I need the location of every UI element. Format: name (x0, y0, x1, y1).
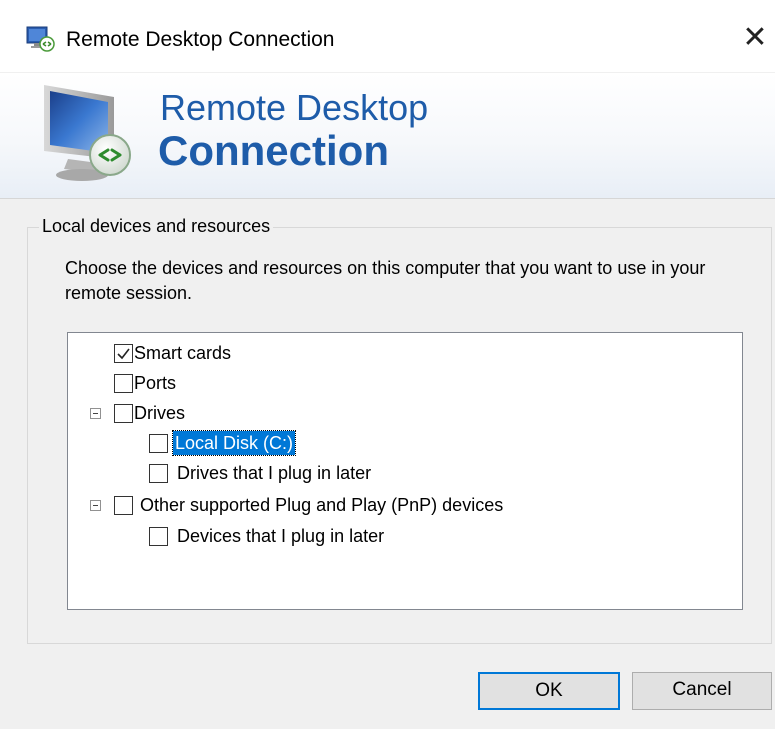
devices-later-checkbox[interactable] (149, 527, 168, 546)
group-description: Choose the devices and resources on this… (65, 258, 706, 303)
remote-desktop-icon (26, 25, 56, 53)
drives-later-checkbox[interactable] (149, 464, 168, 483)
header-banner: Remote Desktop Connection (0, 73, 775, 199)
banner-title-line1: Remote Desktop (160, 87, 429, 128)
pnp-devices-checkbox[interactable] (114, 496, 133, 515)
tree-item-label-selected: Local Disk (C:) (171, 430, 297, 456)
groupbox-title: Local devices and resources (39, 215, 274, 237)
window-title: Remote Desktop Connection (66, 28, 335, 51)
devices-tree[interactable]: Smart cards Ports Drives Local Disk (C:)… (67, 332, 743, 610)
monitor-remote-icon (40, 81, 144, 185)
title-bar: Remote Desktop Connection ✕ (0, 0, 775, 72)
tree-item-label: Drives that I plug in later (177, 463, 372, 483)
close-button[interactable]: ✕ (735, 18, 775, 58)
drives-checkbox[interactable] (114, 404, 133, 423)
tree-item-label: Smart cards (134, 343, 232, 363)
banner-title-line2: Connection (158, 127, 389, 174)
ports-checkbox[interactable] (114, 374, 133, 393)
cancel-button[interactable]: Cancel (632, 672, 772, 710)
tree-item-label: Ports (134, 373, 177, 393)
local-disk-checkbox[interactable] (149, 434, 168, 453)
smart-cards-checkbox[interactable] (114, 344, 133, 363)
ok-button[interactable]: OK (478, 672, 620, 710)
collapse-icon[interactable] (90, 500, 101, 511)
tree-item-label: Drives (134, 403, 186, 423)
checkmark-icon (117, 348, 130, 360)
tree-item-label: Other supported Plug and Play (PnP) devi… (140, 495, 504, 515)
collapse-icon[interactable] (90, 408, 101, 419)
tree-item-label: Devices that I plug in later (177, 526, 385, 546)
